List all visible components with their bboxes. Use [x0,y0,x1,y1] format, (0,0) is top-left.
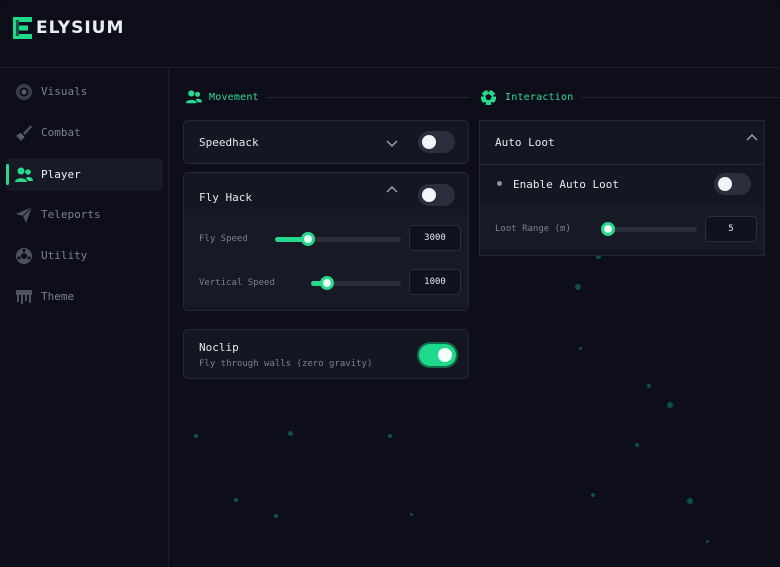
fly-speed-label: Fly Speed [199,234,248,244]
gear-icon [14,246,34,266]
main-content: Movement Speedhack Fly Hack Fly Speed 30… [170,68,780,567]
autoloot-card: Auto Loot Enable Auto Loot Loot Range (m… [479,120,765,256]
flyhack-label: Fly Hack [199,191,252,204]
sidebar-item-teleports[interactable]: Teleports [6,198,163,231]
background-particle [274,514,278,518]
app-window: ELYSIUM Visuals Combat Player Teleports … [0,0,780,567]
background-particle [596,256,599,259]
noclip-card[interactable]: Noclip Fly through walls (zero gravity) [183,329,469,379]
loot-range-slider[interactable] [601,222,697,236]
sidebar-item-label: Utility [41,249,88,262]
chevron-up-icon[interactable] [745,130,759,144]
vertical-speed-label: Vertical Speed [199,278,275,288]
sidebar: Visuals Combat Player Teleports Utility [0,68,169,567]
speedhack-label: Speedhack [199,136,259,149]
flyhack-card: Fly Hack Fly Speed 3000 Vertical Speed 1… [183,172,469,311]
enable-autoloot-toggle[interactable] [714,173,751,195]
loot-range-label: Loot Range (m) [495,224,571,234]
interaction-section-header: Interaction [480,89,780,106]
users-icon [14,165,34,185]
eye-icon [14,82,34,102]
loot-range-row: Loot Range (m) 5 [480,206,764,250]
paint-icon [14,287,34,307]
sidebar-item-label: Combat [41,126,81,139]
users-icon [185,89,203,105]
background-particle [288,431,293,436]
vertical-speed-slider[interactable] [311,276,401,290]
movement-section-header: Movement [185,89,470,105]
app-name: ELYSIUM [36,18,125,38]
vertical-speed-input[interactable]: 1000 [409,269,461,295]
sidebar-item-utility[interactable]: Utility [6,239,163,272]
logo: ELYSIUM [12,16,124,40]
background-particle [635,443,639,447]
noclip-toggle[interactable] [419,344,456,366]
sidebar-item-label: Player [41,168,81,181]
slider-thumb[interactable] [601,222,615,236]
background-particle [575,284,581,290]
enable-autoloot-label: Enable Auto Loot [513,178,619,191]
background-particle [591,493,595,497]
sidebar-item-label: Teleports [41,208,101,221]
flyhack-settings-panel: Fly Speed 3000 Vertical Speed 1000 [184,215,468,307]
fly-speed-input[interactable]: 3000 [409,225,461,251]
background-particle [194,434,198,438]
sidebar-item-player[interactable]: Player [6,158,163,191]
chevron-down-icon[interactable] [385,136,399,150]
autoloot-label: Auto Loot [495,136,555,149]
bullet-icon [497,181,502,186]
send-icon [14,205,34,225]
noclip-description: Fly through walls (zero gravity) [199,359,373,369]
speedhack-toggle[interactable] [418,131,455,153]
sidebar-item-combat[interactable]: Combat [6,116,163,149]
background-particle [234,498,238,502]
chevron-up-icon[interactable] [385,182,399,196]
background-particle [667,402,673,408]
speedhack-card[interactable]: Speedhack [183,120,469,164]
fly-speed-slider[interactable] [275,232,401,246]
slider-thumb[interactable] [320,276,334,290]
enable-autoloot-row: Enable Auto Loot [480,164,764,206]
slider-thumb[interactable] [301,232,315,246]
background-particle [687,498,693,504]
background-particle [647,384,651,388]
loot-range-input[interactable]: 5 [705,216,757,242]
background-particle [388,434,392,438]
background-particle [410,513,413,516]
section-divider [581,97,780,98]
sidebar-item-visuals[interactable]: Visuals [6,75,163,108]
flyhack-toggle[interactable] [418,184,455,206]
section-title: Movement [209,91,259,103]
background-particle [579,347,582,350]
toggle-knob [422,188,436,202]
toggle-knob [422,135,436,149]
sidebar-item-label: Theme [41,290,75,303]
background-particle [706,540,709,543]
section-title: Interaction [505,92,574,103]
logo-e-icon [12,16,34,40]
header-bar: ELYSIUM [0,0,780,68]
noclip-label: Noclip [199,341,239,354]
sidebar-item-label: Visuals [41,85,88,98]
sidebar-item-theme[interactable]: Theme [6,280,163,313]
toggle-knob [718,177,732,191]
soccer-ball-icon [480,89,497,106]
sword-icon [14,123,34,143]
toggle-knob [438,348,452,362]
section-divider [266,96,470,98]
